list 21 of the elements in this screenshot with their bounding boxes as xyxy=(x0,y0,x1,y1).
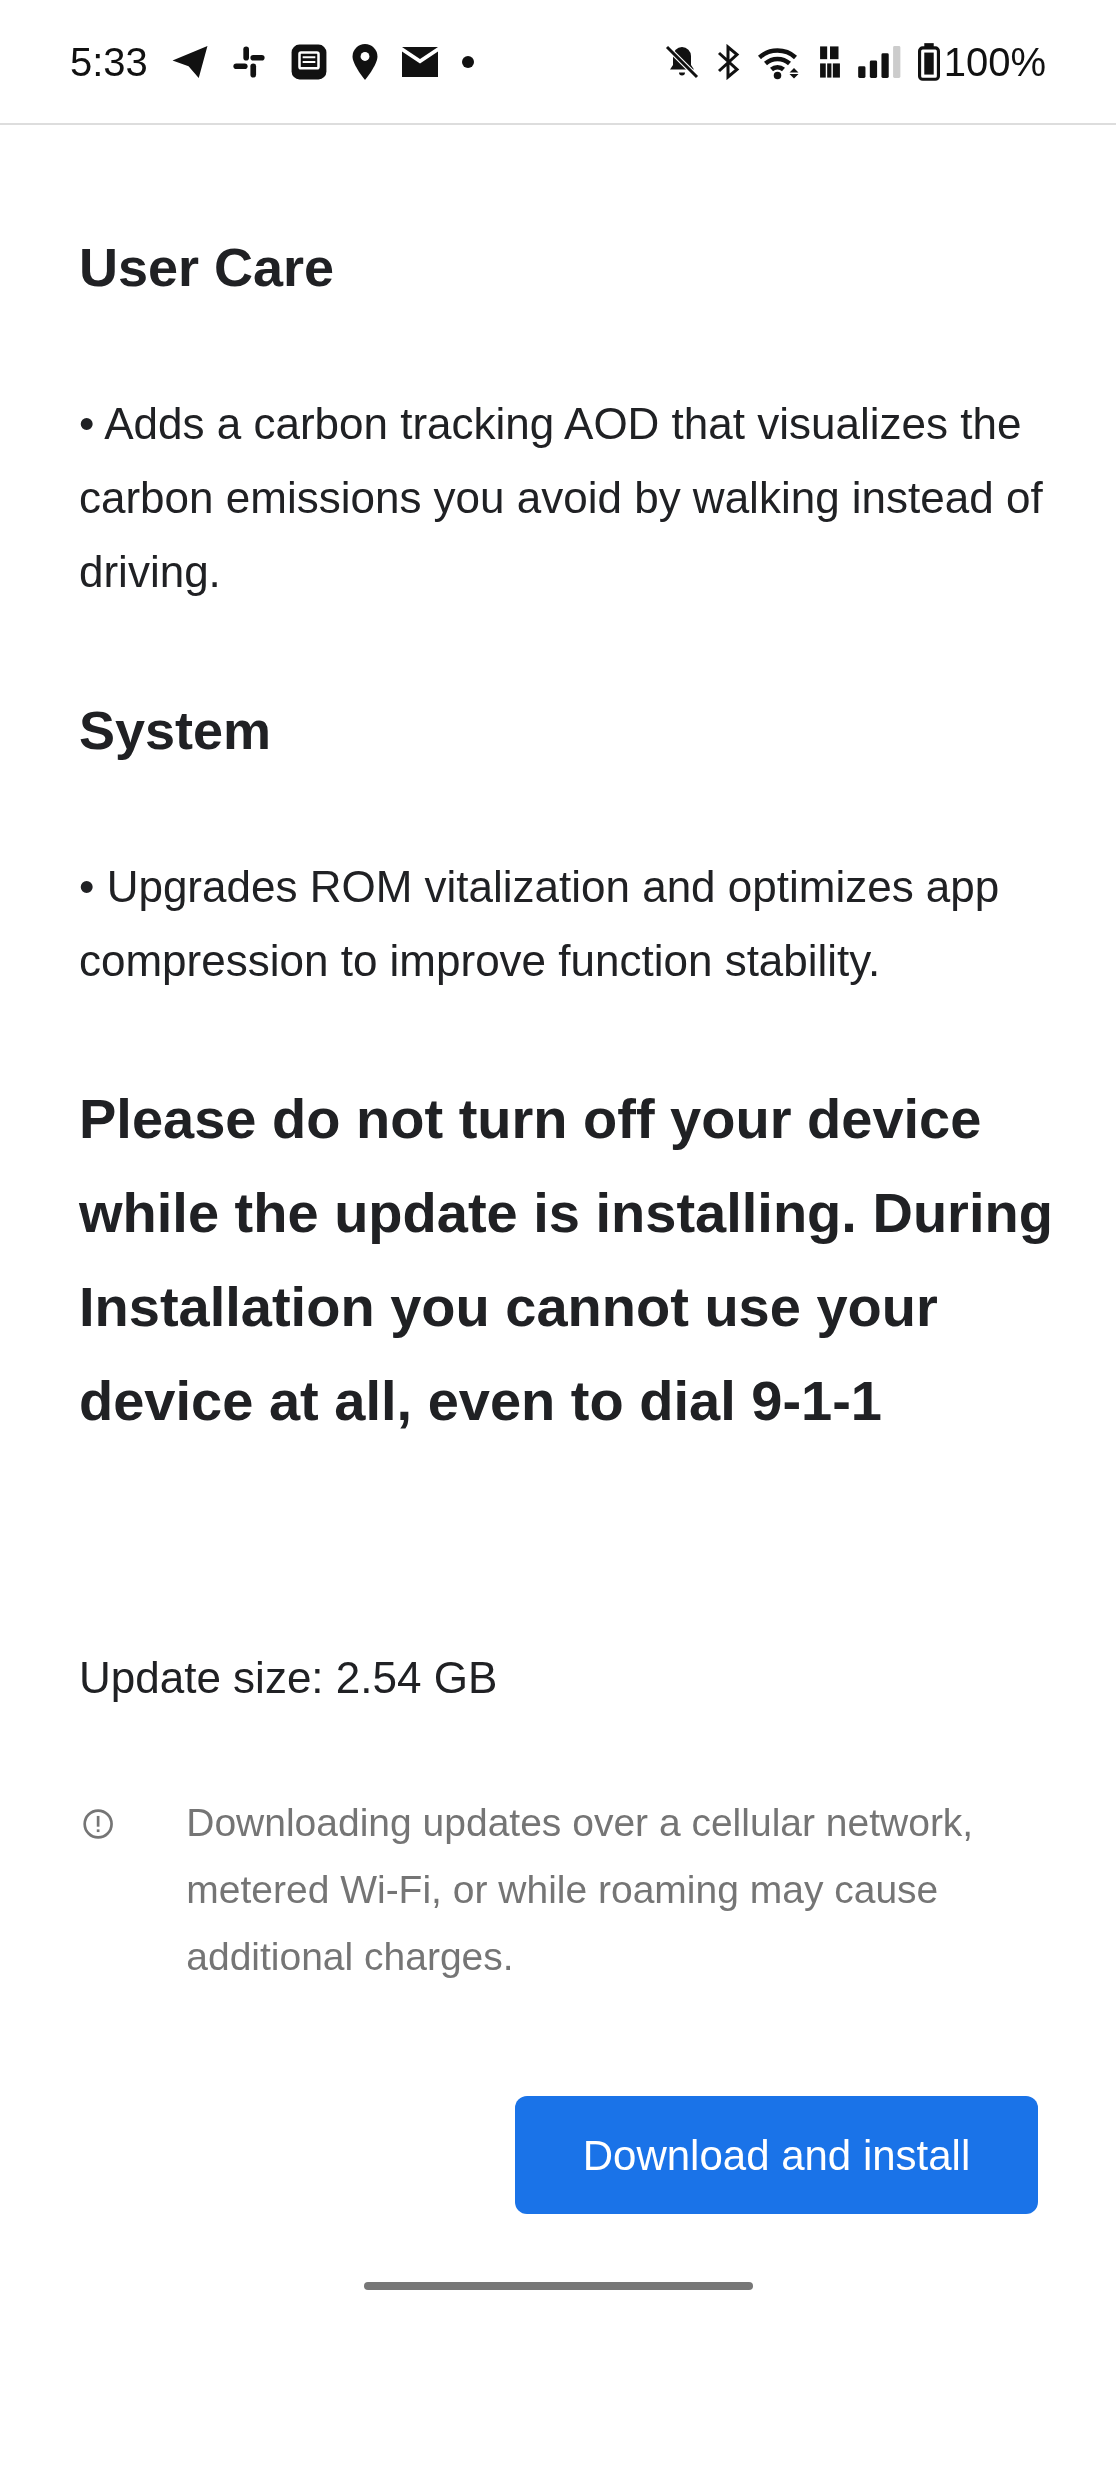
dot-icon xyxy=(461,55,474,68)
update-size-text: Update size: 2.54 GB xyxy=(79,1652,499,1704)
mail-icon xyxy=(401,46,438,77)
battery-percent: 100% xyxy=(943,38,1046,86)
battery-icon xyxy=(917,42,940,81)
section-heading: User Care xyxy=(79,236,336,299)
hash-icon xyxy=(231,44,266,79)
bullet-text: • Upgrades ROM vitalization and optimizes app compression to improve function stability. xyxy=(79,861,1001,987)
home-indicator[interactable] xyxy=(363,2282,753,2290)
status-time: 5:33 xyxy=(70,38,148,86)
section-heading: System xyxy=(79,699,273,762)
bullet-text: • Adds a carbon tracking AOD that visualizes the carbon emissions you avoid by walking instead of driving. xyxy=(79,398,1044,598)
warning-text: Please do not turn off your device while the update is installing. During Installation you cannot use your device at all, even to dial 9-1-1 xyxy=(79,1086,1054,1434)
data-charges-notice: Downloading updates over a cellular network, metered Wi-Fi, or while roaming may cause additional charges. xyxy=(186,1800,975,1980)
signal-icon xyxy=(857,45,902,78)
bluetooth-icon xyxy=(715,43,740,80)
muted-bell-icon xyxy=(663,43,700,80)
location-pin-icon xyxy=(351,43,378,80)
message-icon xyxy=(289,42,328,81)
paper-plane-icon xyxy=(171,45,208,78)
download-install-button[interactable]: Download and install xyxy=(515,2096,1038,2214)
